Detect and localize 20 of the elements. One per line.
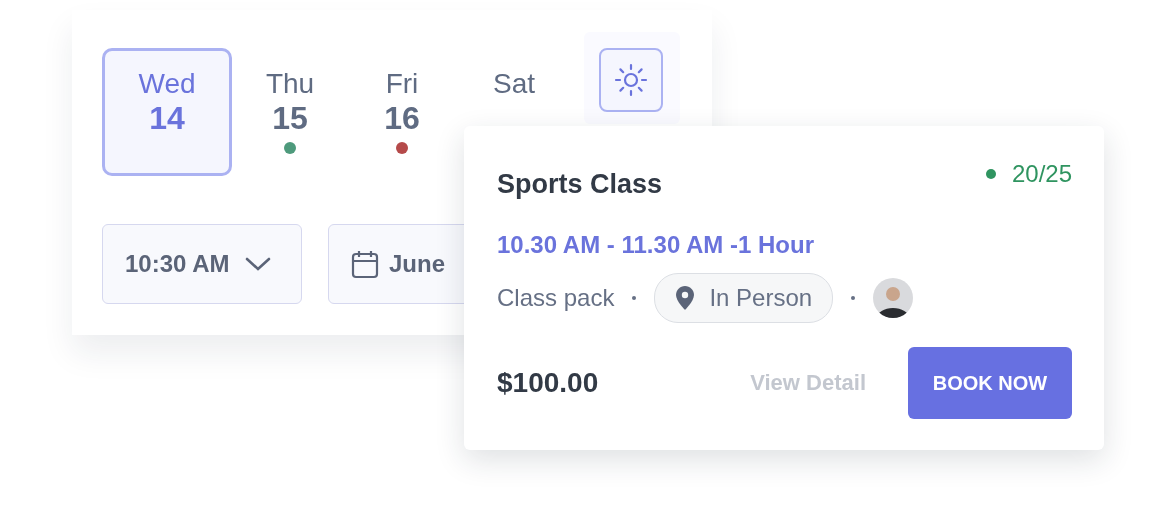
separator-dot	[632, 295, 637, 300]
sun-icon	[614, 63, 648, 97]
month-value: June	[389, 249, 445, 279]
day-tab[interactable]: Sat	[458, 48, 570, 108]
location-pill: In Person	[654, 272, 834, 323]
map-pin-icon	[675, 284, 696, 311]
book-now-button[interactable]: BOOK NOW	[908, 346, 1072, 419]
calendar-icon	[351, 249, 379, 279]
price: $100.00	[497, 365, 599, 400]
day-tab[interactable]: Wed 14	[102, 48, 232, 176]
capacity-count: 20/25	[1011, 159, 1072, 189]
class-title: Sports Class	[497, 168, 663, 201]
status-dot	[985, 169, 996, 179]
day-tab[interactable]: Thu 15	[234, 48, 346, 176]
time-value: 10:30 AM	[125, 249, 230, 279]
separator-dot	[851, 295, 856, 300]
day-tab[interactable]: Fri 16	[346, 48, 458, 176]
sun-button[interactable]	[599, 48, 663, 112]
time-select[interactable]: 10:30 AM	[102, 224, 302, 304]
chevron-down-icon	[245, 256, 272, 272]
